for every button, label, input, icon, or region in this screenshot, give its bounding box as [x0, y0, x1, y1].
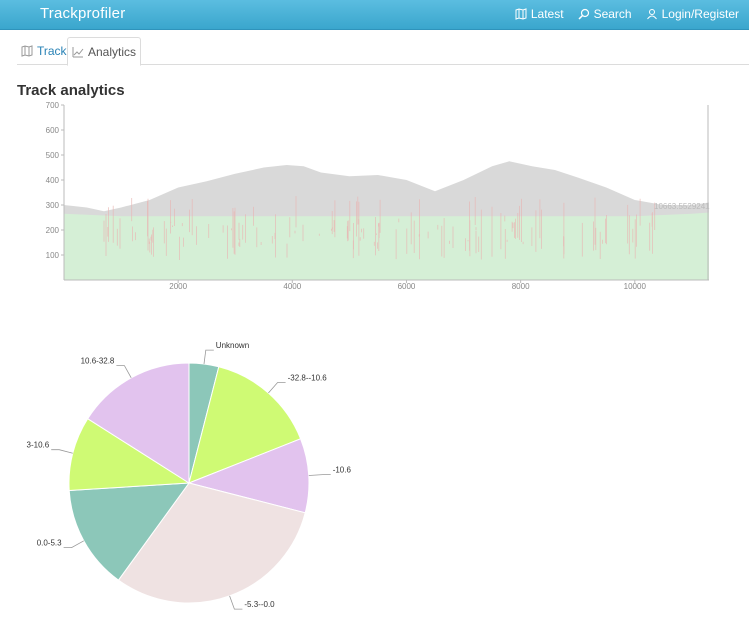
chart-annotation: 10663.5529241: [654, 202, 710, 211]
nav-latest-link[interactable]: Latest: [515, 7, 564, 21]
pie-leader-line: [203, 349, 214, 364]
pie-slice-label: -32.8--10.6: [288, 374, 328, 383]
pie-slice-label: -10.6: [333, 466, 352, 475]
y-tick-label: 300: [46, 201, 60, 210]
brand-logo[interactable]: Trackprofiler: [40, 5, 125, 22]
x-tick-label: 8000: [512, 282, 530, 291]
y-tick-label: 100: [46, 251, 60, 260]
tab-bar: Track Analytics: [17, 37, 749, 66]
tab-analytics[interactable]: Analytics: [67, 37, 142, 66]
x-tick-label: 10000: [624, 282, 647, 291]
tab-track-label: Track: [37, 44, 67, 58]
nav-search-link[interactable]: Search: [578, 7, 632, 21]
x-tick-label: 2000: [169, 282, 187, 291]
x-tick-label: 4000: [283, 282, 301, 291]
nav-login-label: Login/Register: [661, 7, 739, 21]
tab-analytics-label: Analytics: [88, 44, 137, 59]
nav-search-label: Search: [593, 7, 632, 21]
map-icon: [21, 45, 33, 57]
elevation-chart: 100 200 300 400 500 600 700 2000 4000 6000 8000 100…: [46, 101, 711, 291]
nav-login-link[interactable]: Login/Register: [646, 7, 739, 21]
x-tick-label: 6000: [398, 282, 416, 291]
user-icon: [646, 9, 657, 20]
pie-slice-label: -5.3--0.0: [244, 600, 275, 609]
pie-leader-line: [308, 474, 331, 476]
pie-leader-line: [116, 365, 132, 378]
pie-slice-label: Unknown: [216, 341, 249, 350]
y-tick-label: 500: [46, 151, 60, 160]
pie-leader-line: [51, 449, 73, 454]
tab-track[interactable]: Track: [17, 37, 71, 65]
speed-area: [64, 212, 709, 280]
pie-slice-label: 0.0-5.3: [37, 539, 62, 548]
pie-leader-line: [268, 382, 286, 394]
pie-slice-label: 10.6-32.8: [81, 357, 115, 366]
pie-leader-line: [229, 595, 243, 610]
y-tick-label: 400: [46, 176, 60, 185]
nav-latest-label: Latest: [530, 7, 564, 21]
nav-menu: Latest Search Login/Register: [515, 7, 739, 21]
y-tick-label: 600: [46, 126, 60, 135]
y-tick-label: 700: [46, 101, 60, 110]
page-title: Track analytics: [17, 82, 125, 99]
search-icon: [578, 8, 589, 20]
map-icon: [515, 8, 527, 20]
slope-pie-chart: Unknown -32.8--10.6 -10.6 -5.3--0.0 0.0-5.3 3…: [27, 341, 352, 610]
pie-slice-label: 3-10.6: [27, 441, 50, 450]
pie-leader-line: [63, 540, 84, 549]
navbar: Trackprofiler Latest Search Login/Regist…: [0, 0, 749, 30]
chart-icon: [72, 46, 84, 57]
y-tick-label: 200: [46, 226, 60, 235]
